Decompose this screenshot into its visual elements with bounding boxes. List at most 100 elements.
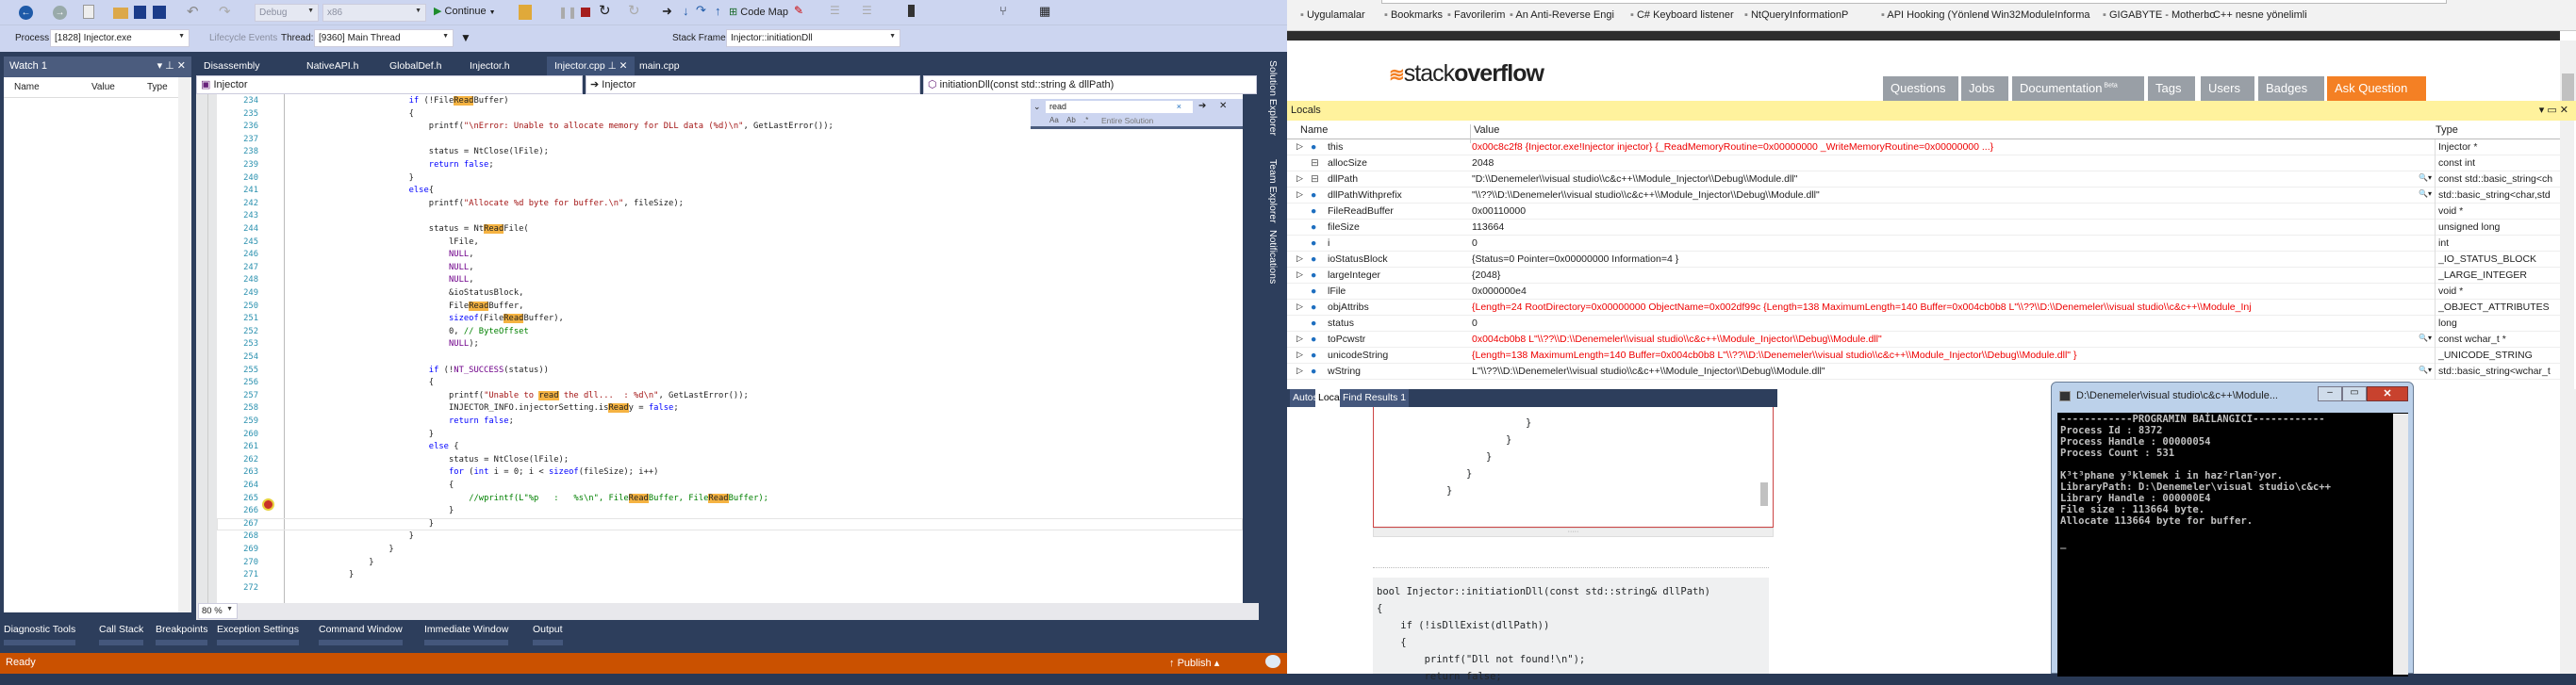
minimize-button[interactable]: – (2318, 386, 2342, 401)
code-line[interactable]: { (409, 108, 414, 122)
locals-row[interactable]: ● lFile 0x000000e4 void * (1287, 284, 2560, 300)
resize-grip[interactable]: ····· (1373, 528, 1774, 537)
code-line[interactable]: for (int i = 0; i < sizeof(fileSize); i+… (449, 466, 658, 480)
code-line[interactable]: &ioStatusBlock, (449, 287, 523, 301)
open-file-icon[interactable] (113, 8, 128, 19)
code-line[interactable]: //wprintf(L"%p : %s\n", FileReadBuffer, … (469, 493, 768, 506)
editor-tab[interactable]: GlobalDef.h (382, 57, 449, 75)
code-line[interactable]: { (429, 377, 434, 390)
close-button[interactable]: ✕ (2367, 386, 2408, 401)
window-controls[interactable]: ▾ ▭ ✕ (2539, 104, 2568, 116)
column-type[interactable]: Type (147, 82, 168, 92)
address-bar[interactable] (1381, 0, 2447, 4)
bookmark-item[interactable]: ▪ C# Keyboard listener (1630, 9, 1734, 21)
code-line[interactable]: } (449, 505, 454, 518)
local-value[interactable]: 0x000000e4 (1472, 285, 2437, 297)
editor-tab[interactable]: Injector.h (462, 57, 518, 75)
locals-row[interactable]: ● status 0 long (1287, 316, 2560, 332)
magnifier-icon[interactable]: 🔍▾ (2419, 334, 2432, 342)
local-value[interactable]: 0 (1472, 237, 2437, 249)
local-value[interactable]: {Length=138 MaximumLength=140 Buffer=0x0… (1472, 350, 2437, 361)
code-line[interactable]: } (388, 544, 393, 557)
match-case-icon[interactable]: Aa (1049, 116, 1059, 124)
code-line[interactable]: NULL, (449, 249, 473, 262)
local-value[interactable]: 0x00c8c2f8 {Injector.exe!Injector inject… (1472, 141, 2437, 153)
local-value[interactable]: 0x00110000 (1472, 205, 2437, 217)
local-value[interactable]: {Length=24 RootDirectory=0x00000000 Obje… (1472, 302, 2437, 313)
magnifier-icon[interactable]: 🔍▾ (2419, 173, 2432, 182)
code-line[interactable]: } (409, 172, 414, 186)
apply-changes-icon[interactable]: ↻ (628, 2, 640, 19)
bookmark-item[interactable]: ▪ Uygulamalar (1300, 9, 1365, 21)
code-line[interactable]: printf("\nError: Unable to allocate memo… (429, 121, 834, 134)
magnifier-icon[interactable]: 🔍▾ (2419, 189, 2432, 198)
bookmark-item[interactable]: ▪ C++ nesne yönelimli (2206, 9, 2307, 21)
back-icon[interactable]: ← (19, 6, 33, 20)
code-line[interactable]: return false; (449, 416, 514, 429)
save-all-icon[interactable] (153, 6, 166, 19)
local-value[interactable]: {2048} (1472, 269, 2437, 281)
bookmark-item[interactable]: ▪ Bookmarks (1384, 9, 1443, 21)
zoom-dropdown[interactable]: 80 % ▼ (198, 603, 238, 619)
redo-icon[interactable]: ↷ (219, 3, 231, 20)
editor-tab[interactable]: Disassembly (196, 57, 268, 75)
code-line[interactable]: } (349, 569, 354, 582)
local-value[interactable]: 113664 (1472, 221, 2437, 233)
bookmark-item[interactable]: ▪ An Anti-Reverse Engi (1510, 9, 1614, 21)
continue-button[interactable]: ▶ Continue ▼ (434, 5, 496, 17)
local-value[interactable]: {Status=0 Pointer=0x00000000 Information… (1472, 253, 2437, 265)
code-line[interactable]: NULL, (449, 262, 473, 275)
new-project-icon[interactable] (83, 5, 94, 19)
filter-icon[interactable]: ▼ (460, 31, 471, 44)
expand-arrow-icon[interactable]: ▷ (1296, 253, 1303, 264)
member-nav-dropdown[interactable]: ⬡ initiationDll(const std::string & dllP… (923, 75, 1257, 94)
code-line[interactable]: status = NtClose(lFile); (429, 146, 549, 159)
locals-row[interactable]: ⊟ allocSize 2048 const int (1287, 155, 2560, 171)
expand-arrow-icon[interactable]: ▷ (1296, 189, 1303, 200)
close-icon[interactable]: ✕ (1219, 101, 1227, 111)
local-value[interactable]: 2048 (1472, 157, 2437, 169)
comment-icon[interactable]: ☰ (862, 4, 872, 17)
nav-jobs[interactable]: Jobs (1961, 76, 2008, 101)
code-map-button[interactable]: ⊞ Code Map (729, 6, 788, 18)
locals-row[interactable]: ▷ ⊟ dllPath "D:\\Denemeler\\visual studio\\… (1287, 171, 2560, 188)
stop-icon[interactable] (581, 8, 590, 17)
nav-badges[interactable]: Badges (2258, 76, 2324, 101)
locals-row[interactable]: ▷ ● largeInteger {2048} _LARGE_INTEGER (1287, 268, 2560, 284)
local-value[interactable]: L"\\??\\D:\\Denemeler\\visual studio\\c&… (1472, 366, 2419, 377)
solution-config-dropdown[interactable]: Debug ▼ (255, 4, 319, 22)
side-tab[interactable]: Solution Explorer (1263, 57, 1279, 146)
platform-dropdown[interactable]: x86 ▼ (322, 4, 426, 22)
code-editor[interactable]: 234 if (!FileReadBuffer) 235{236 printf("\n… (196, 94, 1243, 603)
column-type[interactable]: Type (2436, 124, 2458, 136)
code-line[interactable]: if (!FileReadBuffer) (409, 95, 509, 108)
forward-icon[interactable]: → (53, 6, 67, 20)
restart-icon[interactable]: ↻ (599, 2, 611, 19)
bottom-tab[interactable]: Call Stack (99, 624, 144, 645)
expand-arrow-icon[interactable]: ▷ (1296, 334, 1303, 344)
breakpoint-toggle-icon[interactable]: ✎ (794, 4, 803, 17)
code-line[interactable]: status = NtClose(lFile); (449, 454, 569, 467)
find-scope-dropdown[interactable]: Entire Solution (1101, 116, 1153, 125)
feedback-icon[interactable] (1265, 655, 1280, 668)
column-name[interactable]: Name (1300, 124, 1328, 136)
code-line[interactable]: INJECTOR_INFO.injectorSetting.isReady = … (449, 402, 679, 416)
code-line[interactable]: lFile, (449, 236, 479, 250)
git-icon[interactable]: ⑂ (999, 4, 1007, 18)
stack-frame-dropdown[interactable]: Injector::initiationDll ▼ (726, 29, 900, 47)
bottom-tab[interactable]: Breakpoints (156, 624, 208, 645)
code-box-scrollbar[interactable] (1760, 482, 1768, 506)
code-line[interactable]: status = NtReadFile( (429, 223, 529, 236)
pause-icon[interactable]: ❚❚ (558, 6, 577, 19)
code-line[interactable]: } (409, 530, 414, 544)
save-icon[interactable] (134, 6, 146, 19)
locals-row[interactable]: ▷ ● wString L"\\??\\D:\\Denemeler\\visual s… (1287, 364, 2560, 380)
side-tab[interactable]: Team Explorer (1263, 155, 1279, 223)
process-dropdown[interactable]: [1828] Injector.exe ▼ (50, 29, 190, 47)
stackoverflow-logo[interactable]: ≋stackoverflow (1389, 60, 1544, 88)
bottom-tab[interactable]: Output (533, 624, 563, 645)
whole-word-icon[interactable]: Ab (1066, 116, 1076, 124)
thread-dropdown[interactable]: [9360] Main Thread ▼ (314, 29, 454, 47)
step-over-icon[interactable]: ↷ (696, 3, 706, 18)
local-value[interactable]: 0x004cb0b8 L"\\??\\D:\\Denemeler\\visual… (1472, 334, 2419, 345)
